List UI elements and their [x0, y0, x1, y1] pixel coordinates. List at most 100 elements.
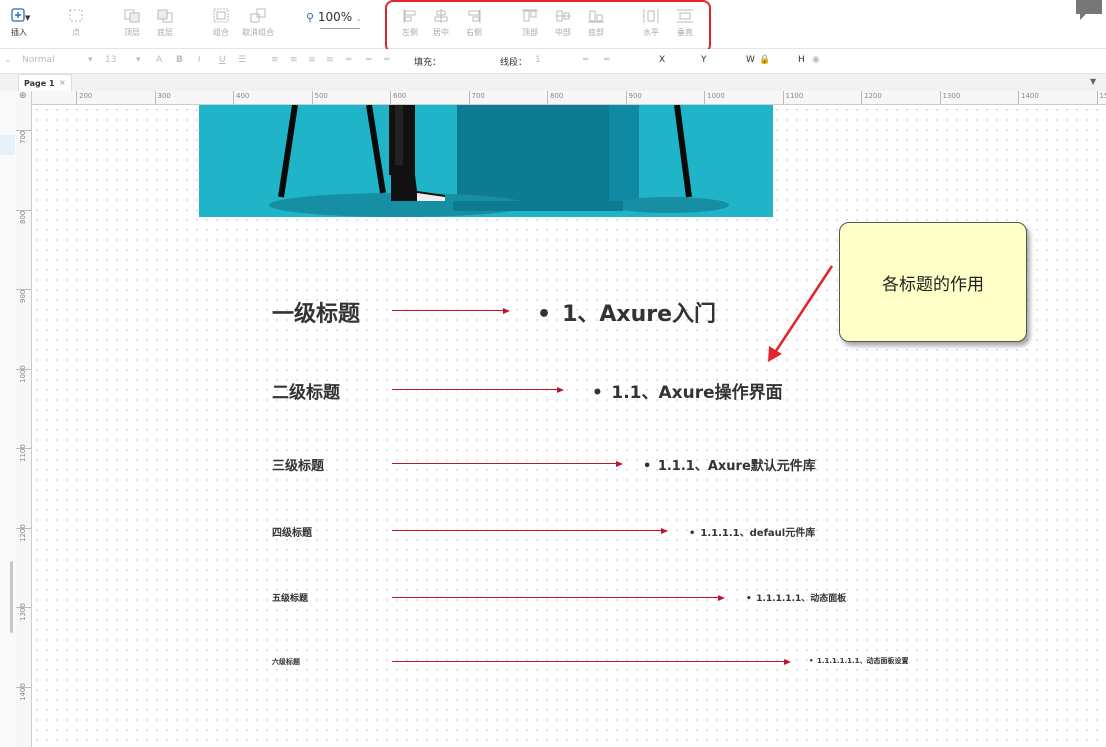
- ruler-tick-label: 1200: [19, 523, 27, 542]
- top-layer-icon: [123, 8, 141, 24]
- ruler-tick-label: 1100: [785, 92, 804, 100]
- ruler-tick: [704, 91, 705, 104]
- bullet-dot: •: [809, 657, 814, 666]
- underline-icon[interactable]: U: [219, 55, 226, 65]
- left-scrollbar[interactable]: [10, 561, 13, 633]
- point-icon: [67, 8, 85, 24]
- bold-icon[interactable]: B: [176, 55, 183, 65]
- heading-level-4-bullet-text[interactable]: • 1.1.1.1、defaul元件库: [689, 524, 815, 539]
- note-pointer-arrow: [768, 265, 834, 362]
- format-bar: ⌄ Normal ▾ 13 ▾ A B I U ☰ ≡ ≡ ≡ ≡ ═ ═ ═ …: [0, 49, 1106, 118]
- list-icon[interactable]: ☰: [238, 55, 246, 65]
- heading-level-1-label[interactable]: 一级标题: [272, 296, 360, 328]
- close-icon[interactable]: ×: [59, 78, 66, 87]
- bullet-dot: •: [643, 458, 652, 474]
- align-toolbar-highlight: [385, 0, 711, 53]
- heading-level-6-label[interactable]: 六级标题: [272, 657, 300, 667]
- heading-arrowhead: [718, 594, 725, 601]
- h-label: H: [798, 55, 805, 65]
- line-width-input[interactable]: 1: [535, 55, 541, 65]
- heading-arrow-line: [392, 310, 504, 311]
- visibility-icon[interactable]: ◉: [812, 55, 820, 65]
- zoom-select[interactable]: ⚲ 100% ⌄: [306, 10, 364, 32]
- insert-button[interactable]: 插入: [4, 6, 34, 44]
- ruler-tick: [233, 91, 234, 104]
- font-color-icon[interactable]: A: [156, 55, 162, 65]
- ruler-tick-label: 800: [19, 210, 27, 224]
- ruler-tick: [782, 91, 784, 104]
- line-end-icon[interactable]: ═: [604, 55, 609, 65]
- heading-level-5-bullet-text[interactable]: • 1.1.1.1.1、动态面板: [746, 591, 846, 604]
- ungroup-label: 取消组合: [242, 28, 274, 37]
- bullet-text: 1.1.1.1.1、动态面板: [756, 594, 847, 605]
- search-icon: ⚲: [306, 11, 315, 24]
- ruler-tick-label: 700: [471, 92, 485, 100]
- chat-icon[interactable]: [1074, 0, 1106, 24]
- ruler-tick-label: 300: [157, 92, 171, 100]
- text-justify-icon[interactable]: ≡: [326, 55, 334, 65]
- note-text: 各标题的作用: [882, 274, 984, 295]
- ruler-origin[interactable]: ⊕: [16, 91, 32, 105]
- ruler-tick-label: 1400: [1021, 92, 1039, 100]
- heading-level-2-bullet-text[interactable]: • 1.1、Axure操作界面: [592, 378, 783, 403]
- ruler-tick: [154, 91, 156, 104]
- heading-arrow-line: [392, 389, 558, 390]
- heading-level-6-bullet-text[interactable]: • 1.1.1.1.1.1、动态面板设置: [809, 656, 909, 666]
- bullet-text: 1.1.1.1.1.1、动态面板设置: [816, 657, 909, 666]
- font-style-chevron-icon: ▾: [88, 55, 93, 65]
- bottom-layer-button[interactable]: 底层: [145, 6, 185, 44]
- ruler-tick: [861, 91, 862, 104]
- heading-level-4-label[interactable]: 四级标题: [272, 524, 312, 539]
- text-align-center-icon[interactable]: ≡: [290, 55, 298, 65]
- heading-level-3-bullet-text[interactable]: • 1.1.1、Axure默认元件库: [643, 455, 816, 474]
- w-label: W: [746, 55, 755, 65]
- ruler-tick: [939, 91, 941, 104]
- page-tab-bar: Page 1 × ▼: [0, 74, 1106, 92]
- line-label: 线段：: [500, 58, 528, 68]
- valign-top-icon[interactable]: ═: [346, 55, 351, 65]
- ruler-tick-label: 900: [19, 289, 27, 303]
- ruler-tick-label: 200: [79, 92, 93, 100]
- vertical-ruler: 700 800 900 1000 1100 1200 1300 1400: [16, 104, 32, 747]
- sticky-note[interactable]: 各标题的作用: [839, 222, 1027, 342]
- ruler-tick-label: 1000: [707, 92, 725, 100]
- heading-arrowhead: [557, 386, 564, 393]
- ruler-tick: [390, 91, 391, 104]
- ruler-tick: [76, 91, 77, 104]
- y-label: Y: [701, 55, 707, 65]
- ruler-tick: [1018, 91, 1019, 104]
- bullet-dot: •: [746, 594, 752, 605]
- heading-level-1-bullet-text[interactable]: • 1、Axure入门: [537, 296, 716, 328]
- chevron-down-icon[interactable]: ▼: [25, 14, 30, 22]
- heading-arrowhead: [503, 307, 510, 314]
- line-style-icon[interactable]: ═: [583, 55, 588, 65]
- font-style-select[interactable]: Normal: [22, 55, 55, 65]
- italic-icon[interactable]: I: [198, 55, 201, 65]
- heading-level-2-label[interactable]: 二级标题: [272, 378, 340, 403]
- lock-icon[interactable]: 🔒: [759, 55, 770, 65]
- heading-level-3-label[interactable]: 三级标题: [272, 455, 324, 474]
- ruler-tick-label: 1300: [19, 603, 27, 621]
- font-size-select[interactable]: 13: [105, 55, 116, 65]
- heading-arrow-line: [392, 597, 719, 598]
- ungroup-button[interactable]: 取消组合: [238, 6, 278, 44]
- tab-label: Page 1: [24, 79, 55, 88]
- font-size-chevron-icon: ▾: [136, 55, 141, 65]
- point-button[interactable]: 点: [56, 6, 96, 44]
- top-layer-label: 顶层: [124, 28, 140, 37]
- text-align-left-icon[interactable]: ≡: [271, 55, 279, 65]
- horizontal-ruler: 200 300 400 500 600 700 800 900 1000 1100 1200 1300…: [16, 91, 1106, 105]
- valign-middle-icon[interactable]: ═: [366, 55, 371, 65]
- ruler-tick-label: 1500: [1099, 92, 1106, 100]
- heading-arrowhead: [784, 658, 791, 665]
- crosshair-icon: ⊕: [19, 91, 27, 101]
- tab-menu-chevron-icon[interactable]: ▼: [1090, 77, 1096, 86]
- ruler-tick: [625, 91, 627, 104]
- text-align-right-icon[interactable]: ≡: [308, 55, 316, 65]
- left-panel-selected-item[interactable]: [0, 135, 15, 155]
- group-button[interactable]: 组合: [201, 6, 241, 44]
- tab-page-1[interactable]: Page 1 ×: [18, 74, 72, 92]
- valign-bottom-icon[interactable]: ═: [384, 55, 389, 65]
- heading-arrow-line: [392, 530, 662, 531]
- heading-level-5-label[interactable]: 五级标题: [272, 591, 308, 604]
